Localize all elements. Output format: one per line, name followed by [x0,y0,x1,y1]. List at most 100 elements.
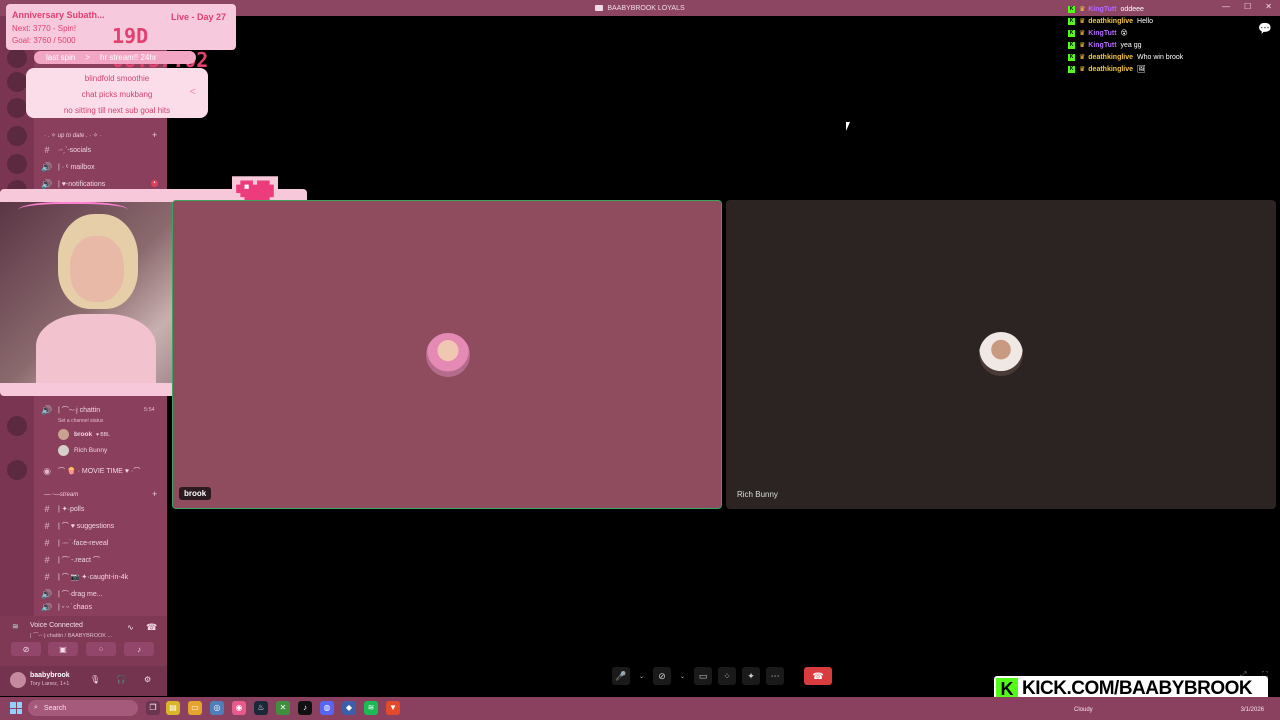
chat-message: K ♛ deathkinglive 🖼 [1068,63,1268,75]
voice-connection-panel: ≋ Voice Connected | ⌒-ᵕ·j chattin / BAAB… [0,616,167,666]
chat-message: K ♛ KingTutt yea gg [1068,39,1268,51]
channel-label: | ⌒ 📷 ✦·caught-in-4k [58,574,129,581]
server-icon[interactable] [7,72,27,92]
server-icon[interactable] [7,48,27,68]
voice-member[interactable]: brook ♥ BBL [58,428,110,441]
weather[interactable]: Cloudy [1074,707,1093,713]
avatar[interactable] [10,672,26,688]
category-header[interactable]: · . ✧ up to date . · ✧ · [44,132,102,139]
chat-username[interactable]: deathkinglive [1088,54,1133,61]
kick-badge-icon: K [1068,29,1075,37]
server-icon[interactable] [7,460,27,480]
voice-member[interactable]: Rich Bunny [58,444,107,457]
obs-icon[interactable]: ◎ [210,701,224,715]
gear-icon[interactable]: ⚙ [144,675,151,684]
add-channel-icon[interactable]: + [152,489,157,499]
server-icon[interactable] [7,416,27,436]
brave-icon[interactable]: ▼ [386,701,400,715]
channel-label: | ⌒˙-.react ⌒ [58,557,100,564]
sidebar-channel[interactable]: 🔊 | · ᶜ mailbox [40,160,94,174]
chevron-down-icon[interactable]: ⌄ [636,667,647,685]
steam-icon[interactable]: ♨ [254,701,268,715]
voice-connected-label[interactable]: Voice Connected [30,622,83,629]
server-icon[interactable] [7,154,27,174]
sidebar-channel[interactable]: ◉ ⌒ 🍿 · MOVIE TIME ♥ ·⌒ [40,464,140,478]
sidebar-channel[interactable]: 🔊 | ᵕ ᵕ ˙chaos [40,603,92,611]
chat-username[interactable]: deathkinglive [1088,66,1133,73]
chat-username[interactable]: KingTutt [1088,6,1116,13]
sidebar-channel[interactable]: # | ✦·polls [40,502,84,516]
text-channel-icon: # [44,521,50,531]
chat-text: 😵 [1120,30,1128,37]
text-channel-icon: # [44,145,50,155]
server-icon[interactable] [7,126,27,146]
sidebar-channel[interactable]: # | ·ᵕ·˙·face-reveal [40,536,108,550]
user-status: Tory Lanez, 1+1 [30,681,70,687]
screen-share-button[interactable]: ▣ [48,642,78,656]
headphones-icon[interactable]: 🎧 [116,675,126,684]
crown-badge-icon: ♛ [1079,6,1086,13]
stage-channel-icon: ◉ [43,465,51,476]
windows-start-icon[interactable] [10,702,22,714]
folder-icon[interactable]: ▭ [188,701,202,715]
sidebar-channel[interactable]: # | ⌒˙-.react ⌒ [40,553,100,567]
category-header[interactable]: —·‧—stream [44,491,78,498]
system-tray[interactable]: 3/1/2026 [1241,701,1264,713]
text-channel-icon: # [44,538,50,548]
chat-text: yea gg [1120,41,1142,49]
app-icon[interactable]: ◆ [342,701,356,715]
app-icon[interactable]: ◉ [232,701,246,715]
camera-button[interactable]: ⊘ [11,642,41,656]
chat-username[interactable]: deathkinglive [1088,18,1133,25]
member-name: Rich Bunny [74,447,108,454]
server-icon[interactable] [7,98,27,118]
taskbar-search[interactable]: ⌕ Search [28,700,138,716]
disconnect-icon[interactable]: ☎ [146,622,157,633]
task-view-icon[interactable]: ❐ [146,701,160,715]
avatar [58,445,69,456]
video-tile-brook[interactable]: brook [172,200,722,509]
activities-button[interactable]: ⁘ [718,667,737,685]
xbox-icon[interactable]: ✕ [276,701,290,715]
chat-username[interactable]: KingTutt [1088,42,1116,49]
tiktok-icon[interactable]: ♪ [298,701,312,715]
channel-status[interactable]: Set a channel status [58,418,103,424]
wheel-item: no sitting till next sub goal hits [63,106,171,115]
user-name[interactable]: baabybrook [30,672,70,679]
kick-badge-icon: K [1068,5,1075,13]
channel-label: | ♥-notifications [58,180,106,188]
file-explorer-icon[interactable]: ▤ [166,701,180,715]
voice-connected-channel[interactable]: | ⌒-ᵕ·j chattin / BAABYBROOK ... [30,631,112,639]
soundboard-button[interactable]: ♪ [124,642,154,656]
video-tile-rich-bunny[interactable]: Rich Bunny [726,200,1276,509]
sidebar-channel[interactable]: # | ⌒ 📷 ✦·caught-in-4k [40,570,128,584]
mic-button[interactable]: 🎤 [612,667,630,685]
mic-icon[interactable]: 🎙 [90,675,100,684]
chat-message: K ♛ KingTutt 😵 [1068,27,1268,39]
screen-share-button[interactable]: ▭ [694,667,713,685]
channel-label: | ᵕ ᵕ ˙chaos [58,603,92,611]
leave-call-button[interactable]: ☎ [804,667,833,685]
activities-button[interactable]: ⁘ [86,642,116,656]
channel-label: | ✦·polls [58,506,85,513]
more-icon[interactable]: ⋯ [766,667,785,685]
text-channel-icon: # [44,555,50,565]
server-logo-icon [595,5,604,11]
discord-icon[interactable]: ◍ [320,701,334,715]
noise-suppression-icon[interactable]: ∿ [127,623,134,632]
spotify-icon[interactable]: ≋ [364,701,378,715]
soundboard-button[interactable]: ✦ [742,667,761,685]
sidebar-voice-channel-active[interactable]: 🔊 | ⌒-ᵕ·j chattin [40,403,100,417]
member-tag: ♥ BBL [96,431,110,438]
sidebar-channel[interactable]: # | ⌒ ♥ suggestions [40,519,114,533]
subathon-timer: 19D 08:57:02 [112,24,208,72]
chat-username[interactable]: KingTutt [1088,30,1116,37]
screen: BAABYBROOK LOYALS — ☐ ✕ · . ✧ up to date… [0,0,1280,720]
chevron-down-icon[interactable]: ⌄ [677,667,688,685]
camera-off-button[interactable]: ⊘ [653,667,672,685]
sidebar-channel[interactable]: # ·-ˏˋ-socials [40,143,91,157]
signal-icon[interactable]: ≋ [12,622,19,631]
add-channel-icon[interactable]: + [152,130,157,140]
avatar [426,333,470,377]
sidebar-channel[interactable]: 🔊 | ⌒·drag me... [40,587,102,601]
